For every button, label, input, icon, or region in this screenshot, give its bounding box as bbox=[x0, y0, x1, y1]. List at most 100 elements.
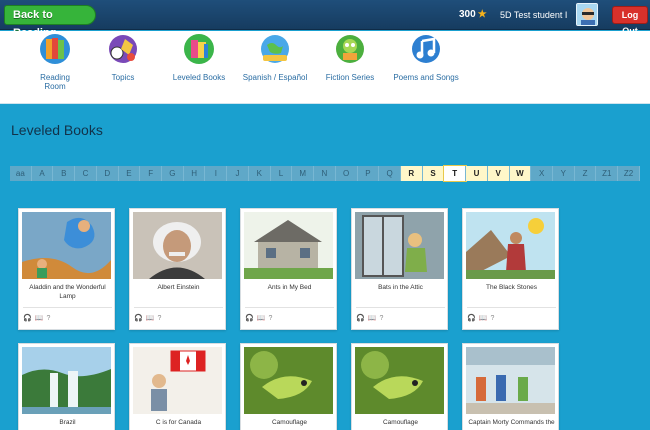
star-count-value: 300 bbox=[459, 9, 476, 20]
book-icon[interactable]: 📖 bbox=[35, 315, 44, 322]
star-count: 300 ★ bbox=[459, 9, 487, 20]
book-title: The Black Stones bbox=[486, 284, 537, 291]
log-out-button[interactable]: Log Out bbox=[612, 6, 648, 36]
level-h[interactable]: H bbox=[183, 166, 206, 181]
avatar[interactable] bbox=[576, 3, 598, 26]
nav-poems-songs[interactable]: Poems and Songs bbox=[392, 33, 460, 82]
nav-label: Reading Room bbox=[40, 73, 70, 91]
level-r[interactable]: R bbox=[400, 166, 423, 181]
level-c[interactable]: C bbox=[75, 166, 97, 181]
back-to-reading-button[interactable]: Back to Reading bbox=[4, 5, 96, 39]
headphones-icon[interactable]: 🎧 bbox=[23, 315, 32, 322]
level-v[interactable]: V bbox=[487, 166, 510, 181]
book-icon[interactable]: 📖 bbox=[146, 315, 155, 322]
headphones-icon[interactable]: 🎧 bbox=[467, 315, 476, 322]
nav-label: Leveled Books bbox=[172, 73, 226, 82]
book-title: Captain Morty Commands the bbox=[468, 419, 555, 426]
book-cover bbox=[22, 347, 111, 414]
quiz-icon[interactable]: ? bbox=[46, 315, 50, 322]
level-l[interactable]: L bbox=[270, 166, 293, 181]
book-card[interactable]: Bats in the Attic 🎧 📖? bbox=[351, 208, 448, 330]
book-card[interactable]: C is for Canada bbox=[129, 343, 226, 430]
level-u[interactable]: U bbox=[466, 166, 488, 181]
book-title: Albert Einstein bbox=[157, 284, 200, 291]
level-s[interactable]: S bbox=[422, 166, 445, 181]
level-f[interactable]: F bbox=[140, 166, 163, 181]
book-cover bbox=[244, 212, 333, 279]
nav-spanish[interactable]: Spanish / Español bbox=[242, 33, 308, 82]
level-k[interactable]: K bbox=[248, 166, 271, 181]
book-card[interactable]: Ants in My Bed 🎧 📖? bbox=[240, 208, 337, 330]
fiction-series-icon bbox=[336, 35, 364, 63]
book-cover bbox=[466, 347, 555, 414]
book-tools: 🎧 📖? bbox=[467, 314, 497, 322]
headphones-icon[interactable]: 🎧 bbox=[245, 315, 254, 322]
avatar-icon bbox=[577, 4, 597, 25]
level-x[interactable]: X bbox=[531, 166, 553, 181]
page-title: Leveled Books bbox=[11, 122, 103, 138]
nav-fiction-series[interactable]: Fiction Series bbox=[324, 33, 376, 82]
nav-label: Spanish / Español bbox=[242, 73, 308, 82]
level-q[interactable]: Q bbox=[379, 166, 401, 181]
quiz-icon[interactable]: ? bbox=[379, 315, 383, 322]
level-m[interactable]: M bbox=[292, 166, 315, 181]
book-card[interactable]: The Black Stones 🎧 📖? bbox=[462, 208, 559, 330]
book-card[interactable]: Aladdin and the Wonderful Lamp 🎧 📖? bbox=[18, 208, 115, 330]
book-card[interactable]: Brazil bbox=[18, 343, 115, 430]
level-z1[interactable]: Z1 bbox=[596, 166, 619, 181]
book-cover bbox=[22, 212, 111, 279]
nav-topics[interactable]: Topics bbox=[100, 33, 146, 82]
chameleon-image-2 bbox=[355, 347, 444, 414]
book-card[interactable]: Albert Einstein 🎧 📖? bbox=[129, 208, 226, 330]
headphones-icon[interactable]: 🎧 bbox=[134, 315, 143, 322]
quiz-icon[interactable]: ? bbox=[157, 315, 161, 322]
level-o[interactable]: O bbox=[335, 166, 358, 181]
level-e[interactable]: E bbox=[118, 166, 141, 181]
level-t[interactable]: T bbox=[443, 165, 468, 182]
reading-room-icon bbox=[40, 34, 70, 64]
book-icon[interactable]: 📖 bbox=[479, 315, 488, 322]
quiz-icon[interactable]: ? bbox=[268, 315, 272, 322]
level-z2[interactable]: Z2 bbox=[618, 166, 640, 181]
poems-songs-icon bbox=[412, 35, 440, 63]
level-d[interactable]: D bbox=[96, 166, 119, 181]
attic-image bbox=[355, 212, 444, 279]
category-nav: Reading Room Topics Leveled Books Spanis… bbox=[0, 31, 650, 104]
nav-label: Topics bbox=[111, 73, 135, 82]
level-b[interactable]: B bbox=[53, 166, 76, 181]
book-card[interactable]: Camouflage bbox=[351, 343, 448, 430]
card-divider bbox=[23, 307, 112, 308]
book-cover bbox=[133, 212, 222, 279]
level-i[interactable]: I bbox=[205, 166, 228, 181]
book-cover bbox=[133, 347, 222, 414]
book-icon[interactable]: 📖 bbox=[257, 315, 266, 322]
level-n[interactable]: N bbox=[314, 166, 336, 181]
nav-leveled-books[interactable]: Leveled Books bbox=[172, 33, 226, 82]
card-divider bbox=[467, 307, 556, 308]
level-j[interactable]: J bbox=[227, 166, 249, 181]
quiz-icon[interactable]: ? bbox=[490, 315, 494, 322]
level-aa[interactable]: aa bbox=[10, 166, 32, 181]
leveled-books-icon bbox=[184, 34, 214, 64]
nav-reading-room[interactable]: Reading Room bbox=[31, 33, 79, 91]
level-y[interactable]: Y bbox=[552, 166, 575, 181]
book-cover bbox=[244, 347, 333, 414]
level-z[interactable]: Z bbox=[574, 166, 597, 181]
level-w[interactable]: W bbox=[509, 166, 532, 181]
book-title: Camouflage bbox=[382, 419, 419, 426]
einstein-image bbox=[133, 212, 222, 279]
book-card[interactable]: Captain Morty Commands the bbox=[462, 343, 559, 430]
book-title: Bats in the Attic bbox=[378, 284, 423, 291]
book-title: Aladdin and the Wonderful Lamp bbox=[29, 284, 106, 300]
chameleon-image bbox=[244, 347, 333, 414]
book-card[interactable]: Camouflage bbox=[240, 343, 337, 430]
book-icon[interactable]: 📖 bbox=[368, 315, 377, 322]
level-p[interactable]: P bbox=[357, 166, 380, 181]
level-a[interactable]: A bbox=[31, 166, 54, 181]
nav-label: Fiction Series bbox=[325, 73, 375, 82]
level-g[interactable]: G bbox=[162, 166, 184, 181]
nav-label: Poems and Songs bbox=[393, 73, 459, 82]
book-tools: 🎧 📖? bbox=[245, 314, 275, 322]
book-title: C is for Canada bbox=[155, 419, 202, 426]
headphones-icon[interactable]: 🎧 bbox=[356, 315, 365, 322]
